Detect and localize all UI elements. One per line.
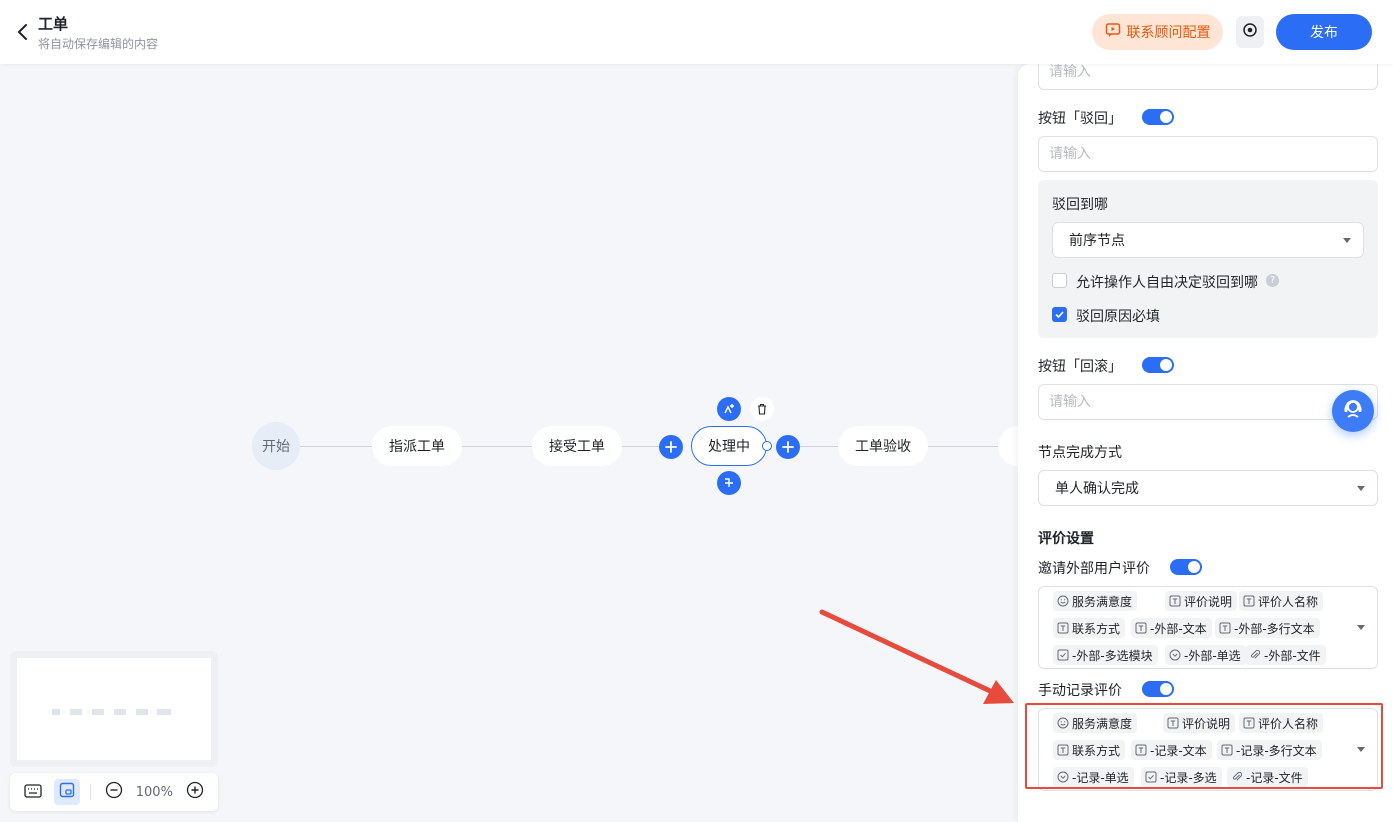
annotation-arrow-icon: [819, 609, 1014, 704]
annotation-highlight-box: [1025, 703, 1383, 789]
